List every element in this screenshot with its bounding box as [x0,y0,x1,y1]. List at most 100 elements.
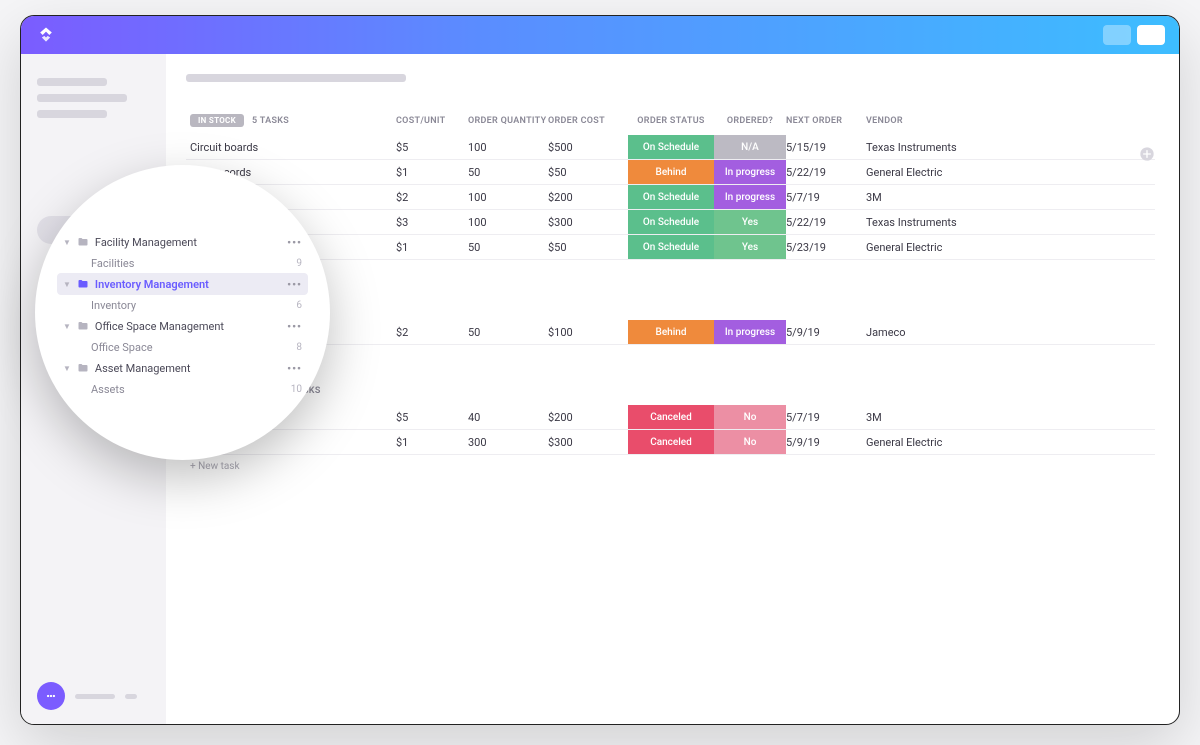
cell-status[interactable]: On Schedule [628,235,714,259]
table-row[interactable]: Displays $3 100 $300 On Schedule Yes 5/2… [186,210,1155,235]
cell-qty[interactable]: 300 [468,430,548,454]
sidebar-subitem[interactable]: Assets10 [57,379,308,399]
col-qty[interactable]: ORDER QUANTITY [468,116,548,126]
cell-status[interactable]: Behind [628,160,714,184]
cell-vendor[interactable]: 3M [866,185,1155,209]
cell-cost[interactable]: $5 [396,405,468,429]
cell-next[interactable]: 5/7/19 [786,185,866,209]
cell-cost[interactable]: $1 [396,160,468,184]
sidebar-subitem[interactable]: Facilities9 [57,253,308,273]
col-status[interactable]: ORDER STATUS [628,116,714,126]
group-badge[interactable]: IN STOCK [190,114,244,127]
cell-name[interactable]: Circuit boards [186,135,396,159]
cell-ordercost[interactable]: $50 [548,235,628,259]
topbar-button-2[interactable] [1137,25,1165,45]
chevron-down-icon: ▼ [63,322,71,331]
cell-next[interactable]: 5/7/19 [786,405,866,429]
cell-cost[interactable]: $5 [396,135,468,159]
cell-vendor[interactable]: 3M [866,405,1155,429]
cell-ordercost[interactable]: $500 [548,135,628,159]
cell-vendor[interactable]: General Electric [866,160,1155,184]
sidebar-subitem[interactable]: Inventory6 [57,295,308,315]
cell-ordered[interactable]: No [714,405,786,429]
new-task-button[interactable]: + New task [186,455,1155,490]
cell-cost[interactable]: $1 [396,235,468,259]
col-ordercost[interactable]: ORDER COST [548,116,628,126]
more-icon[interactable]: ••• [287,278,302,291]
cell-next[interactable]: 5/15/19 [786,135,866,159]
cell-qty[interactable]: 40 [468,405,548,429]
new-task-button[interactable]: + New task [186,345,1155,380]
table-row[interactable]: Capacitors $1 300 $300 Canceled No 5/9/1… [186,430,1155,455]
table-row[interactable]: USB cords $2 50 $100 Behind In progress … [186,320,1155,345]
topbar-actions [1103,25,1165,45]
sidebar-subitem[interactable]: Office Space8 [57,337,308,357]
cell-qty[interactable]: 50 [468,320,548,344]
cell-next[interactable]: 5/9/19 [786,430,866,454]
cell-status[interactable]: Canceled [628,430,714,454]
sidebar-folder[interactable]: ▼ Office Space Management ••• [57,315,308,337]
cell-status[interactable]: On Schedule [628,210,714,234]
cell-status[interactable]: On Schedule [628,135,714,159]
cell-qty[interactable]: 100 [468,135,548,159]
more-icon[interactable]: ••• [287,362,302,375]
table-row[interactable]: Circuit boards $5 100 $500 On Schedule N… [186,135,1155,160]
col-next[interactable]: NEXT ORDER [786,116,866,126]
cell-vendor[interactable]: Jameco [866,320,1155,344]
chevron-down-icon: ▼ [63,238,71,247]
cell-ordercost[interactable]: $50 [548,160,628,184]
col-cost[interactable]: COST/UNIT [396,116,468,126]
cell-next[interactable]: 5/22/19 [786,210,866,234]
new-task-button[interactable]: + New task [186,260,1155,295]
table-row[interactable]: Housing shells $2 100 $200 On Schedule I… [186,185,1155,210]
table-row[interactable]: Cases $5 40 $200 Canceled No 5/7/19 3M [186,405,1155,430]
cell-ordered[interactable]: In progress [714,185,786,209]
sidebar-folder[interactable]: ▼Inventory Management••• [57,273,308,295]
cell-next[interactable]: 5/22/19 [786,160,866,184]
cell-ordered[interactable]: Yes [714,235,786,259]
cell-next[interactable]: 5/23/19 [786,235,866,259]
subitem-count: 10 [291,384,302,395]
cell-ordered[interactable]: N/A [714,135,786,159]
sidebar-folder[interactable]: ▼Asset Management••• [57,357,308,379]
cell-ordercost[interactable]: $300 [548,430,628,454]
cell-ordered[interactable]: Yes [714,210,786,234]
cell-cost[interactable]: $1 [396,430,468,454]
more-icon[interactable]: ••• [287,320,302,333]
table-row[interactable]: Power cords $1 50 $50 Behind In progress… [186,160,1155,185]
topbar-button-1[interactable] [1103,25,1131,45]
cell-vendor[interactable]: General Electric [866,235,1155,259]
cell-ordercost[interactable]: $200 [548,405,628,429]
folder-label: Office Space Management [95,320,281,333]
cell-ordercost[interactable]: $300 [548,210,628,234]
cell-vendor[interactable]: Texas Instruments [866,210,1155,234]
cell-ordercost[interactable]: $100 [548,320,628,344]
cell-qty[interactable]: 50 [468,235,548,259]
cell-next[interactable]: 5/9/19 [786,320,866,344]
col-ordered[interactable]: ORDERED? [714,116,786,126]
sidebar-folder[interactable]: ▼Facility Management••• [57,231,308,253]
cell-status[interactable]: Behind [628,320,714,344]
cell-qty[interactable]: 50 [468,160,548,184]
cell-ordercost[interactable]: $200 [548,185,628,209]
cell-qty[interactable]: 100 [468,185,548,209]
cell-ordered[interactable]: In progress [714,160,786,184]
add-column-icon[interactable] [1139,146,1155,166]
cell-vendor[interactable]: Texas Instruments [866,135,1155,159]
cell-status[interactable]: Canceled [628,405,714,429]
chat-icon[interactable] [37,682,65,710]
more-icon[interactable]: ••• [287,236,302,249]
cell-ordered[interactable]: No [714,430,786,454]
cell-cost[interactable]: $2 [396,320,468,344]
app-logo-icon[interactable] [35,24,57,46]
cell-qty[interactable]: 100 [468,210,548,234]
cell-ordered[interactable]: In progress [714,320,786,344]
col-vendor[interactable]: VENDOR [866,116,1155,126]
table-row[interactable]: Ribbon cables $1 50 $50 On Schedule Yes … [186,235,1155,260]
cell-cost[interactable]: $3 [396,210,468,234]
subitem-label: Facilities [91,257,134,270]
cell-status[interactable]: On Schedule [628,185,714,209]
cell-vendor[interactable]: General Electric [866,430,1155,454]
cell-cost[interactable]: $2 [396,185,468,209]
sidebar-placeholder [37,110,107,118]
